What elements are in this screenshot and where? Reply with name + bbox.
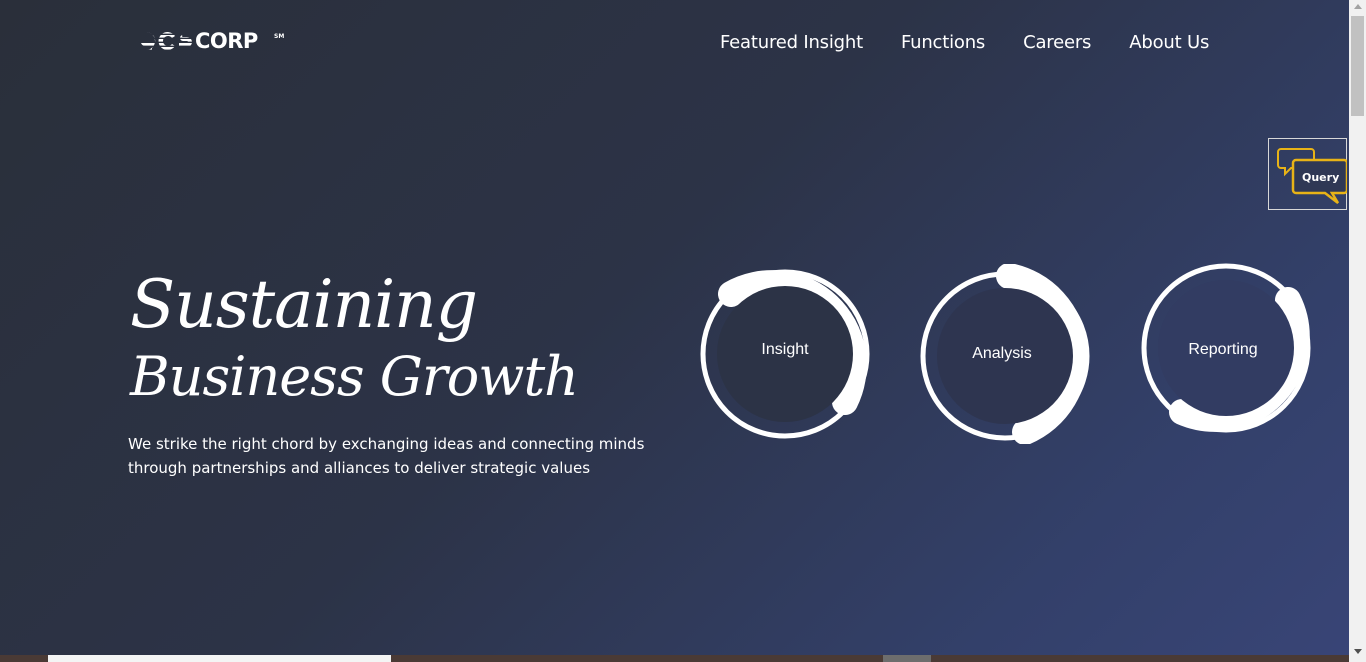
ecscorp-logo[interactable]: CORP SM xyxy=(135,27,287,55)
nav-featured-insight[interactable]: Featured Insight xyxy=(720,30,863,56)
hero-tagline: We strike the right chord by exchanging … xyxy=(128,435,645,477)
nav-careers[interactable]: Careers xyxy=(1023,30,1091,56)
ring-insight[interactable]: Insight xyxy=(695,262,875,442)
hero-headline-line2: Business Growth xyxy=(130,345,579,408)
ring-analysis[interactable]: Analysis xyxy=(917,264,1097,444)
ring-label-insight: Insight xyxy=(761,341,809,358)
vertical-scrollbar[interactable] xyxy=(1349,0,1366,662)
hero-headline-line1: Sustaining xyxy=(130,266,478,343)
nav-about-us[interactable]: About Us xyxy=(1129,30,1209,56)
query-label[interactable]: Query xyxy=(1302,171,1339,184)
main-nav: Featured Insight Functions Careers About… xyxy=(720,30,1209,56)
svg-text:SM: SM xyxy=(274,33,284,40)
next-section-panel xyxy=(48,655,391,662)
ring-label-analysis: Analysis xyxy=(972,345,1032,362)
scroll-down-arrow-icon[interactable] xyxy=(1354,649,1362,654)
svg-text:CORP: CORP xyxy=(195,29,258,53)
ring-label-reporting: Reporting xyxy=(1188,341,1258,358)
hero-page: CORP SM Featured Insight Functions Caree… xyxy=(0,0,1366,662)
scroll-up-arrow-icon[interactable] xyxy=(1354,4,1362,9)
ring-reporting[interactable]: Reporting xyxy=(1140,262,1320,442)
next-section-block xyxy=(883,655,931,662)
nav-functions[interactable]: Functions xyxy=(901,30,985,56)
scrollbar-thumb[interactable] xyxy=(1351,16,1364,116)
